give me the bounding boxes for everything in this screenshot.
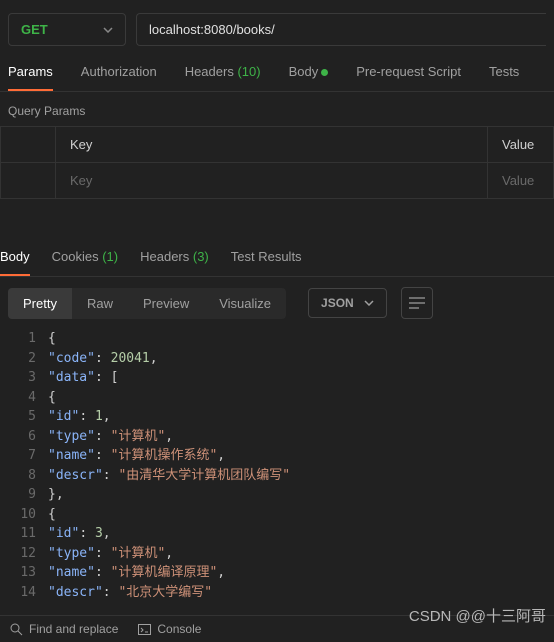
- find-replace-button[interactable]: Find and replace: [10, 622, 118, 636]
- key-header: Key: [56, 127, 488, 163]
- url-input[interactable]: [136, 13, 546, 46]
- search-icon: [10, 623, 23, 636]
- console-button[interactable]: Console: [138, 622, 201, 636]
- table-row[interactable]: Key Value: [1, 163, 554, 199]
- format-select[interactable]: JSON: [308, 288, 387, 318]
- tab-headers[interactable]: Headers (10): [185, 64, 261, 91]
- resp-tab-headers[interactable]: Headers (3): [140, 249, 209, 276]
- value-cell[interactable]: Value: [488, 163, 554, 199]
- wrap-lines-button[interactable]: [401, 287, 433, 319]
- tab-tests[interactable]: Tests: [489, 64, 519, 91]
- console-icon: [138, 624, 151, 635]
- resp-tab-cookies[interactable]: Cookies (1): [52, 249, 118, 276]
- response-body: 1234567891011121314 { "code": 20041, "da…: [0, 329, 554, 602]
- view-mode-buttons: PrettyRawPreviewVisualize: [8, 288, 286, 319]
- key-cell[interactable]: Key: [56, 163, 488, 199]
- request-tabs: Params Authorization Headers (10) Body Pre-r…: [0, 46, 554, 92]
- view-pretty[interactable]: Pretty: [8, 288, 72, 319]
- chevron-down-icon: [364, 300, 374, 306]
- value-header: Value: [488, 127, 554, 163]
- tab-params[interactable]: Params: [8, 64, 53, 91]
- response-tabs: Body Cookies (1) Headers (3) Test Results: [0, 199, 554, 277]
- checkbox-column: [1, 127, 56, 163]
- query-params-title: Query Params: [0, 92, 554, 126]
- line-gutter: 1234567891011121314: [0, 329, 48, 602]
- resp-tab-body[interactable]: Body: [0, 249, 30, 276]
- tab-pre-request-script[interactable]: Pre-request Script: [356, 64, 461, 91]
- query-params-table: Key Value Key Value: [0, 126, 554, 199]
- format-label: JSON: [321, 296, 354, 310]
- view-preview[interactable]: Preview: [128, 288, 204, 319]
- view-raw[interactable]: Raw: [72, 288, 128, 319]
- method-label: GET: [21, 22, 48, 37]
- view-visualize[interactable]: Visualize: [204, 288, 286, 319]
- resp-tab-test-results[interactable]: Test Results: [231, 249, 302, 276]
- chevron-down-icon: [103, 27, 113, 33]
- code-lines[interactable]: { "code": 20041, "data": [ { "id": 1, "t…: [48, 329, 554, 602]
- http-method-select[interactable]: GET: [8, 13, 126, 46]
- tab-authorization[interactable]: Authorization: [81, 64, 157, 91]
- tab-body[interactable]: Body: [289, 64, 329, 91]
